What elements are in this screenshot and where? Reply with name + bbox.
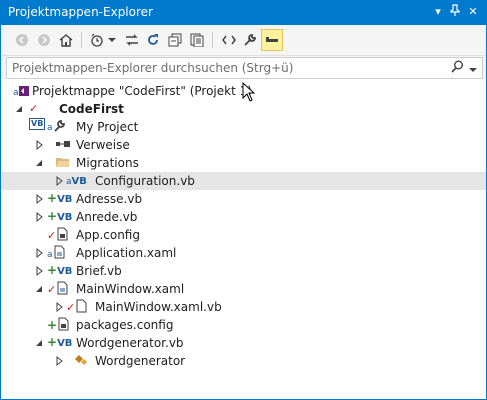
- tree-item-label: Adresse.vb: [76, 192, 143, 206]
- tree-item-label: packages.config: [76, 318, 174, 332]
- expanded-caret-icon[interactable]: [34, 157, 44, 169]
- vb-code-file-icon: ✓: [66, 299, 94, 315]
- expanded-caret-icon[interactable]: [34, 283, 44, 295]
- solution-icon: a: [13, 83, 31, 99]
- title-bar: Projektmappen-Explorer ▾ ✕: [1, 1, 486, 25]
- tree-item-migrations[interactable]: Migrations: [1, 154, 486, 172]
- close-icon[interactable]: ✕: [466, 4, 480, 20]
- collapsed-caret-icon[interactable]: [34, 193, 44, 205]
- tree-item-label: Brief.vb: [76, 264, 122, 278]
- tree-item-mainwindow-vb[interactable]: ✓ MainWindow.xaml.vb: [1, 298, 486, 316]
- view-code-icon[interactable]: [220, 31, 238, 49]
- tree-item-label: Projektmappe "CodeFirst" (Projekt 1): [32, 84, 252, 98]
- expanded-caret-icon[interactable]: [14, 103, 24, 115]
- tree-item-application[interactable]: a Application.xaml: [1, 244, 486, 262]
- references-icon: [55, 137, 73, 153]
- mouse-cursor-icon: [242, 81, 256, 105]
- search-icon[interactable]: [451, 60, 464, 76]
- folder-open-icon: [55, 155, 73, 171]
- tree-item-label: MainWindow.xaml.vb: [95, 300, 222, 314]
- tree-item-label: Verweise: [76, 138, 130, 152]
- solution-tree: a Projektmappe "CodeFirst" (Projekt 1) ✓…: [1, 79, 486, 399]
- collapsed-caret-icon[interactable]: [54, 355, 64, 367]
- xaml-file-icon: a: [47, 245, 75, 261]
- toolbar: [1, 25, 486, 56]
- back-icon[interactable]: [13, 31, 31, 49]
- window-options-icon[interactable]: ▾: [431, 4, 445, 20]
- tree-item-label: My Project: [76, 120, 139, 134]
- search-box[interactable]: Projektmappen-Explorer durchsuchen (Strg…: [6, 57, 483, 79]
- tree-item-label: Configuration.vb: [95, 174, 195, 188]
- wrench-icon: a: [47, 119, 65, 135]
- tree-item-app-config[interactable]: ✓ App.config: [1, 226, 486, 244]
- collapsed-caret-icon[interactable]: [34, 211, 44, 223]
- tree-item-wordgenerator-vb[interactable]: +VB Wordgenerator.vb: [1, 334, 486, 352]
- tree-item-label: App.config: [76, 228, 140, 242]
- vb-file-icon: +VB: [47, 209, 73, 223]
- toolbar-separator: [212, 32, 213, 48]
- tree-item-label: Wordgenerator.vb: [76, 336, 184, 350]
- collapsed-caret-icon[interactable]: [34, 139, 44, 151]
- tree-item-packages[interactable]: + packages.config: [1, 316, 486, 334]
- class-icon: [73, 353, 91, 369]
- collapsed-caret-icon[interactable]: [54, 301, 64, 313]
- tree-item-adresse[interactable]: +VB Adresse.vb: [1, 190, 486, 208]
- tree-item-label: Application.xaml: [76, 246, 177, 260]
- tree-item-mainwindow[interactable]: ✓ MainWindow.xaml: [1, 280, 486, 298]
- pending-changes-filter-icon[interactable]: [89, 31, 107, 49]
- sync-with-active-document-icon[interactable]: [123, 31, 141, 49]
- config-file-icon: +: [47, 317, 75, 333]
- forward-icon[interactable]: [35, 31, 53, 49]
- search-input[interactable]: Projektmappen-Explorer durchsuchen (Strg…: [12, 61, 293, 75]
- xaml-file-icon: ✓: [47, 281, 75, 297]
- tree-item-my-project[interactable]: a My Project: [1, 118, 486, 136]
- search-options-chevron-down-icon[interactable]: [469, 62, 477, 76]
- properties-wrench-icon[interactable]: [241, 31, 259, 49]
- tree-item-verweise[interactable]: Verweise: [1, 136, 486, 154]
- collapsed-caret-icon[interactable]: [54, 175, 64, 187]
- vb-file-icon: +VB: [47, 335, 73, 349]
- vb-project-icon: ✓VB: [29, 102, 46, 130]
- show-all-files-icon[interactable]: [188, 31, 206, 49]
- solution-explorer-window: Projektmappen-Explorer ▾ ✕ Projektmappen…: [0, 0, 487, 400]
- tree-item-anrede[interactable]: +VB Anrede.vb: [1, 208, 486, 226]
- toolbar-separator: [81, 32, 82, 48]
- svg-text:a: a: [13, 88, 19, 98]
- tree-item-configuration[interactable]: aVB Configuration.vb: [1, 172, 486, 190]
- tree-item-brief[interactable]: +VB Brief.vb: [1, 262, 486, 280]
- refresh-icon[interactable]: [144, 31, 162, 49]
- tree-item-label: Anrede.vb: [76, 210, 138, 224]
- tree-item-label: Wordgenerator: [95, 354, 186, 368]
- tree-item-label: CodeFirst: [59, 102, 124, 116]
- config-file-icon: ✓: [47, 227, 75, 243]
- expanded-caret-icon[interactable]: [34, 337, 44, 349]
- vb-file-icon: +VB: [47, 191, 73, 205]
- preview-selected-items-icon[interactable]: [261, 29, 283, 51]
- vb-file-icon: +VB: [47, 263, 73, 277]
- chevron-down-icon[interactable]: [107, 31, 117, 49]
- vb-file-icon: aVB: [66, 176, 87, 187]
- pin-icon[interactable]: [448, 4, 462, 20]
- tree-item-label: Migrations: [76, 156, 139, 170]
- tree-item-wordgenerator[interactable]: Wordgenerator: [1, 352, 486, 370]
- collapse-all-icon[interactable]: [166, 31, 184, 49]
- window-title: Projektmappen-Explorer: [8, 5, 153, 19]
- home-icon[interactable]: [57, 31, 75, 49]
- collapsed-caret-icon[interactable]: [34, 247, 44, 259]
- collapsed-caret-icon[interactable]: [34, 265, 44, 277]
- tree-item-label: MainWindow.xaml: [76, 282, 185, 296]
